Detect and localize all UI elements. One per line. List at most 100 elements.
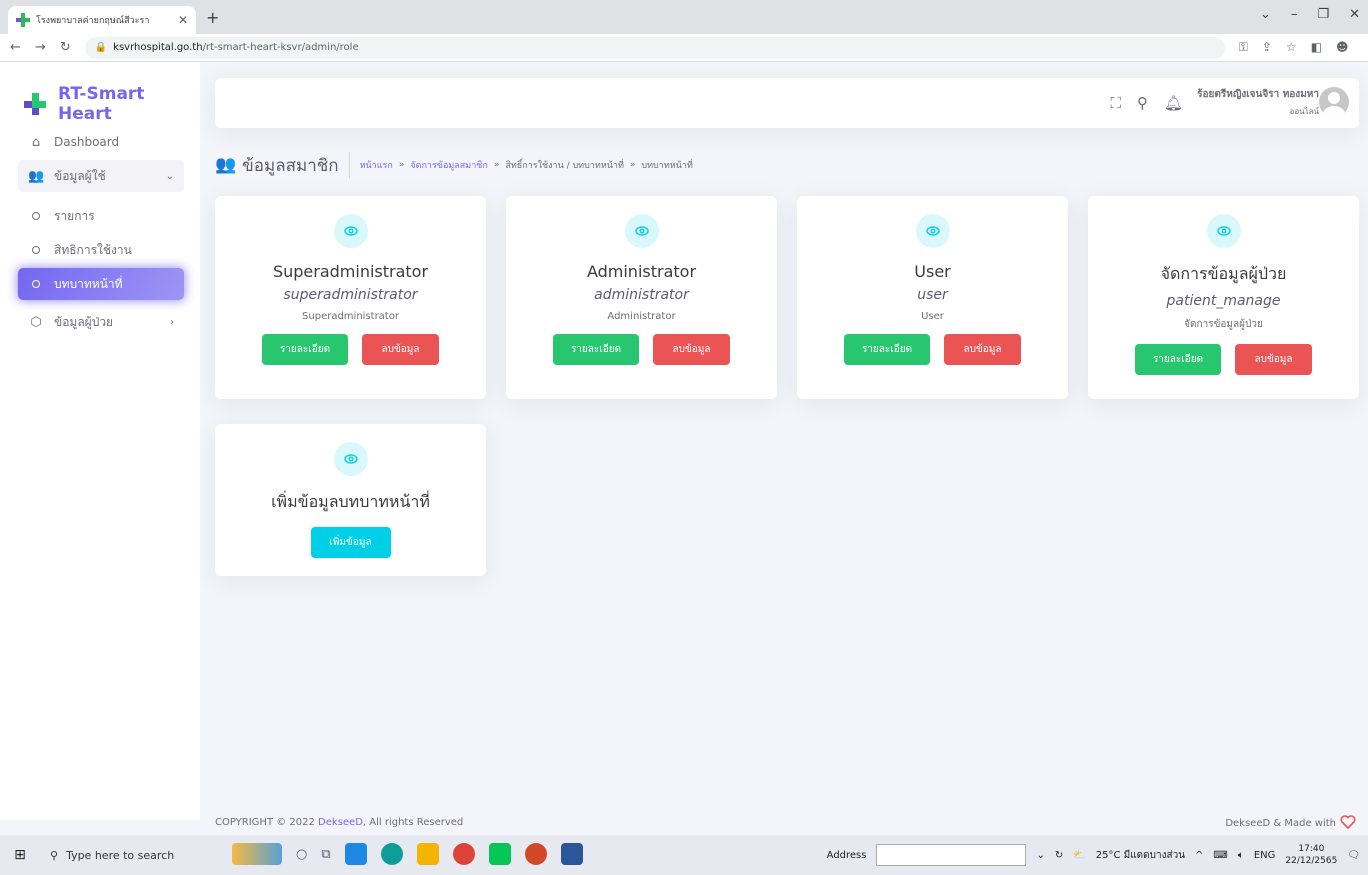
back-icon[interactable]: ← xyxy=(10,40,21,55)
reload-icon[interactable]: ↻ xyxy=(60,40,71,55)
role-code: user xyxy=(917,287,948,303)
tray-up-icon[interactable]: ^ xyxy=(1195,850,1203,861)
browser-tab[interactable]: โรงพยาบาลค่ายกฤษณ์สีวะรา ✕ xyxy=(8,6,196,34)
add-button[interactable]: เพิ่มข้อมูล xyxy=(310,527,391,558)
sidebar-item-patients[interactable]: ⬡ ข้อมูลผู้ป่วย › xyxy=(18,306,184,338)
role-card-user: User user User รายละเอียด ลบข้อมูล xyxy=(797,196,1068,399)
eye-icon[interactable] xyxy=(333,214,368,248)
clock-time: 17:40 xyxy=(1298,844,1325,854)
sidebar-item-label: ข้อมูลผู้ใช้ xyxy=(54,168,106,183)
role-title: Administrator xyxy=(586,262,697,281)
key-icon[interactable]: ⚿ xyxy=(1239,40,1248,55)
bell-icon[interactable]: 🔔︎ xyxy=(1164,94,1183,112)
url-bar[interactable]: 🔒 ksvrhospital.go.th/rt-smart-heart-ksvr… xyxy=(84,36,1225,59)
breadcrumb-manage[interactable]: จัดการข้อมูลสมาชิก xyxy=(410,158,488,172)
network-icon[interactable]: ⌨ xyxy=(1213,850,1227,861)
top-navbar: ⛶ ⚲ 🔔︎ ร้อยตรีหญิงเจนจิรา ทองมหา ออนไลน์ xyxy=(215,78,1359,128)
delete-button[interactable]: ลบข้อมูล xyxy=(362,334,439,365)
users-icon: 👥 xyxy=(28,168,45,184)
line-icon[interactable] xyxy=(488,843,511,865)
new-tab-icon[interactable]: + xyxy=(206,8,219,27)
breadcrumb-home[interactable]: หน้าแรก xyxy=(360,158,393,172)
taskbar-search[interactable]: ⚲ Type here to search xyxy=(40,835,220,875)
role-description: จัดการข้อมูลผู้ป่วย xyxy=(1184,319,1263,330)
url-host: ksvrhospital.go.th xyxy=(113,42,203,53)
chevron-down-icon[interactable]: ⌄ xyxy=(1036,850,1044,861)
star-icon[interactable]: ☆ xyxy=(1286,40,1297,55)
copyright-suffix: , All rights Reserved xyxy=(362,817,464,828)
role-code: administrator xyxy=(594,287,689,303)
fullscreen-icon[interactable]: ⛶ xyxy=(1110,94,1121,112)
mail-icon[interactable] xyxy=(344,843,367,865)
avatar[interactable] xyxy=(1319,87,1349,117)
role-description: User xyxy=(921,311,944,322)
sidebar-item-users[interactable]: 👥 ข้อมูลผู้ใช้ ⌄ xyxy=(18,160,184,192)
eye-icon[interactable] xyxy=(1206,214,1241,248)
page-header: 👥 ข้อมูลสมาชิก หน้าแรก » จัดการข้อมูลสมา… xyxy=(215,150,693,180)
delete-button[interactable]: ลบข้อมูล xyxy=(1235,344,1312,375)
language-indicator[interactable]: ENG xyxy=(1254,850,1276,861)
word-icon[interactable] xyxy=(560,843,583,865)
edge-icon[interactable] xyxy=(380,843,403,865)
page-title: ข้อมูลสมาชิก xyxy=(242,155,339,176)
minimize-icon[interactable]: – xyxy=(1291,7,1298,22)
taskbar-widget-icon[interactable] xyxy=(232,843,282,865)
role-code: superadministrator xyxy=(283,287,418,303)
sidebar-item-permissions[interactable]: สิทธิการใช้งาน xyxy=(18,234,184,266)
weather-icon: ⛅ xyxy=(1073,849,1086,861)
detail-button[interactable]: รายละเอียด xyxy=(262,334,348,365)
detail-button[interactable]: รายละเอียด xyxy=(553,334,639,365)
profile-icon[interactable]: ☻ xyxy=(1336,40,1349,55)
sidebar-item-dashboard[interactable]: ⌂ Dashboard xyxy=(18,126,184,158)
company-link[interactable]: DekseeD xyxy=(318,817,363,828)
chevron-down-icon[interactable]: ⌄ xyxy=(1260,7,1271,22)
role-title: Superadministrator xyxy=(272,262,429,281)
brand[interactable]: RT-Smart Heart xyxy=(24,84,200,124)
breadcrumb-separator: » xyxy=(629,160,636,170)
sidebar-item-list[interactable]: รายการ xyxy=(18,200,184,232)
chevron-right-icon: › xyxy=(170,316,174,328)
delete-button[interactable]: ลบข้อมูล xyxy=(653,334,730,365)
close-window-icon[interactable]: ✕ xyxy=(1349,7,1360,22)
circle-icon xyxy=(32,280,40,288)
refresh-icon[interactable]: ↻ xyxy=(1055,850,1063,861)
weather-text[interactable]: 25°C มีแดดบางส่วน xyxy=(1096,848,1185,863)
heart-icon xyxy=(1340,815,1356,832)
restore-icon[interactable]: ❐ xyxy=(1317,7,1329,22)
task-view-icon[interactable]: ⧉ xyxy=(321,847,330,862)
forward-icon[interactable]: → xyxy=(35,40,46,55)
eye-icon[interactable] xyxy=(624,214,659,248)
eye-icon[interactable] xyxy=(333,442,368,476)
address-input[interactable] xyxy=(876,844,1027,866)
sidebar-item-label: Dashboard xyxy=(54,135,120,149)
clock[interactable]: 17:40 22/12/2565 xyxy=(1285,843,1337,867)
search-icon[interactable]: ⚲ xyxy=(1137,94,1148,112)
taskbar-search-placeholder: Type here to search xyxy=(66,848,175,862)
cortana-icon[interactable]: ○ xyxy=(296,847,307,862)
user-status: ออนไลน์ xyxy=(1289,107,1319,116)
user-name: ร้อยตรีหญิงเจนจิรา ทองมหา xyxy=(1197,89,1319,100)
add-role-card: เพิ่มข้อมูลบทบาทหน้าที่ เพิ่มข้อมูล xyxy=(215,424,486,576)
os-taskbar: ⊞ ⚲ Type here to search ○ ⧉ Address ⌄ ↻ … xyxy=(0,835,1368,875)
powerpoint-icon[interactable] xyxy=(524,843,547,865)
delete-button[interactable]: ลบข้อมูล xyxy=(944,334,1021,365)
lock-icon: 🔒 xyxy=(94,42,108,53)
browser-tabbar: โรงพยาบาลค่ายกฤษณ์สีวะรา ✕ + ⌄ – ❐ ✕ xyxy=(0,0,1368,34)
chrome-icon[interactable] xyxy=(452,843,475,865)
detail-button[interactable]: รายละเอียด xyxy=(1135,344,1221,375)
sidebar-item-roles[interactable]: บทบาทหน้าที่ xyxy=(18,268,184,300)
breadcrumb-perm: สิทธิ์การใช้งาน / บทบาทหน้าที่ xyxy=(505,161,624,171)
sidebar-item-label: สิทธิการใช้งาน xyxy=(54,242,132,257)
file-explorer-icon[interactable] xyxy=(416,843,439,865)
detail-button[interactable]: รายละเอียด xyxy=(844,334,930,365)
volume-icon[interactable]: 🔈︎ xyxy=(1238,850,1244,861)
sidebar-item-label: รายการ xyxy=(54,208,95,223)
close-tab-icon[interactable]: ✕ xyxy=(178,13,188,27)
sidepanel-icon[interactable]: ◧ xyxy=(1311,40,1322,55)
notification-icon[interactable]: 🗨 xyxy=(1347,850,1360,861)
windows-start-icon[interactable]: ⊞ xyxy=(0,847,40,863)
share-icon[interactable]: ⇪ xyxy=(1262,40,1272,55)
eye-icon[interactable] xyxy=(915,214,950,248)
home-icon: ⌂ xyxy=(31,134,41,150)
user-menu[interactable]: ร้อยตรีหญิงเจนจิรา ทองมหา ออนไลน์ xyxy=(1197,87,1319,118)
